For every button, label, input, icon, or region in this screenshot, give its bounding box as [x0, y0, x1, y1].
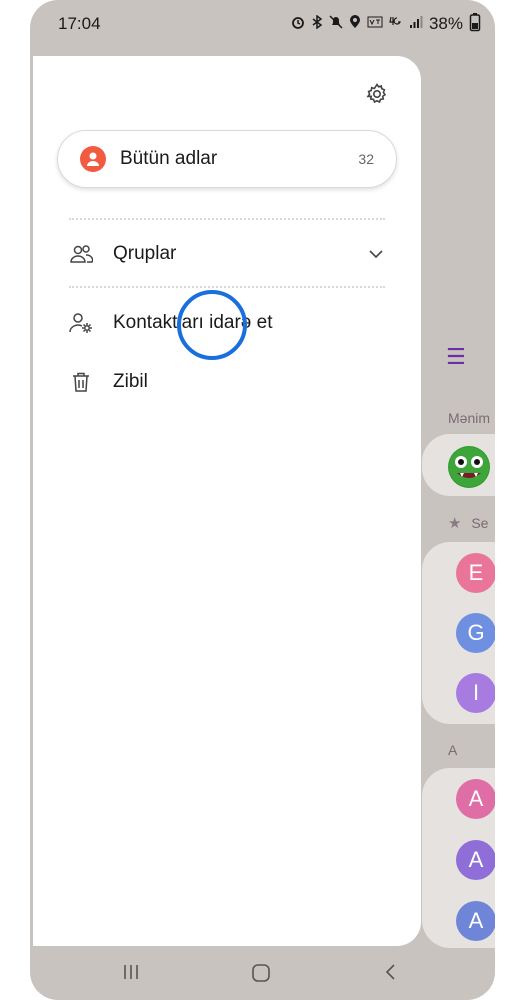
manage-contacts-label: Kontaktları idarə et — [113, 312, 273, 333]
volte-icon — [367, 15, 383, 32]
groups-label: Qruplar — [113, 243, 177, 264]
contact-avatar[interactable]: A — [456, 779, 495, 819]
settings-gear-icon[interactable] — [365, 82, 389, 106]
navigation-bar — [30, 946, 495, 1000]
section-favorites: ★ Se — [448, 514, 488, 532]
battery-icon — [469, 12, 481, 35]
contact-avatar[interactable]: A — [456, 840, 495, 880]
chevron-down-icon[interactable] — [367, 245, 385, 263]
all-names-button[interactable]: Bütün adlar 32 — [57, 130, 397, 188]
contact-avatar[interactable]: A — [456, 901, 495, 941]
navigation-drawer: Bütün adlar 32 Qruplar Kontaktları idarə… — [33, 56, 421, 946]
person-avatar-icon — [80, 146, 106, 172]
back-icon[interactable] — [381, 962, 405, 984]
favorite-avatar[interactable]: E — [456, 553, 495, 593]
all-names-label: Bütün adlar — [120, 148, 218, 169]
divider — [69, 286, 385, 288]
battery-percent: 38% — [428, 13, 463, 33]
trash-item[interactable]: Zibil — [69, 362, 385, 402]
status-bar: 17:04 38% — [30, 0, 495, 48]
section-me-label: Mənim — [448, 410, 491, 426]
star-icon: ★ — [448, 515, 462, 532]
section-a-label: A — [448, 742, 458, 758]
phone-screen: 17:04 38% ☰ Mənim ★ Se E G I A A A A Büt… — [30, 0, 495, 1000]
trash-label: Zibil — [113, 371, 148, 392]
status-icons: 38% — [291, 12, 481, 35]
groups-icon — [69, 242, 93, 266]
section-favorites-label: Se — [471, 515, 489, 531]
profile-avatar-icon — [448, 446, 490, 488]
favorite-avatar[interactable]: G — [456, 613, 495, 653]
status-time: 17:04 — [58, 14, 101, 33]
favorite-avatar[interactable]: I — [456, 673, 495, 713]
hamburger-menu-icon[interactable]: ☰ — [446, 344, 466, 370]
signal-icon — [409, 15, 423, 32]
divider — [69, 218, 385, 220]
alarm-icon — [291, 15, 305, 32]
trash-icon — [69, 370, 93, 394]
mute-icon — [329, 15, 343, 32]
location-icon — [349, 15, 361, 32]
groups-item[interactable]: Qruplar — [69, 234, 385, 274]
manage-contacts-icon — [69, 311, 93, 335]
all-names-count: 32 — [358, 151, 374, 167]
manage-contacts-item[interactable]: Kontaktları idarə et — [69, 303, 385, 343]
bluetooth-icon — [311, 14, 323, 32]
4g-icon — [389, 15, 403, 32]
recent-apps-icon[interactable] — [121, 962, 145, 984]
home-icon[interactable] — [250, 962, 274, 984]
